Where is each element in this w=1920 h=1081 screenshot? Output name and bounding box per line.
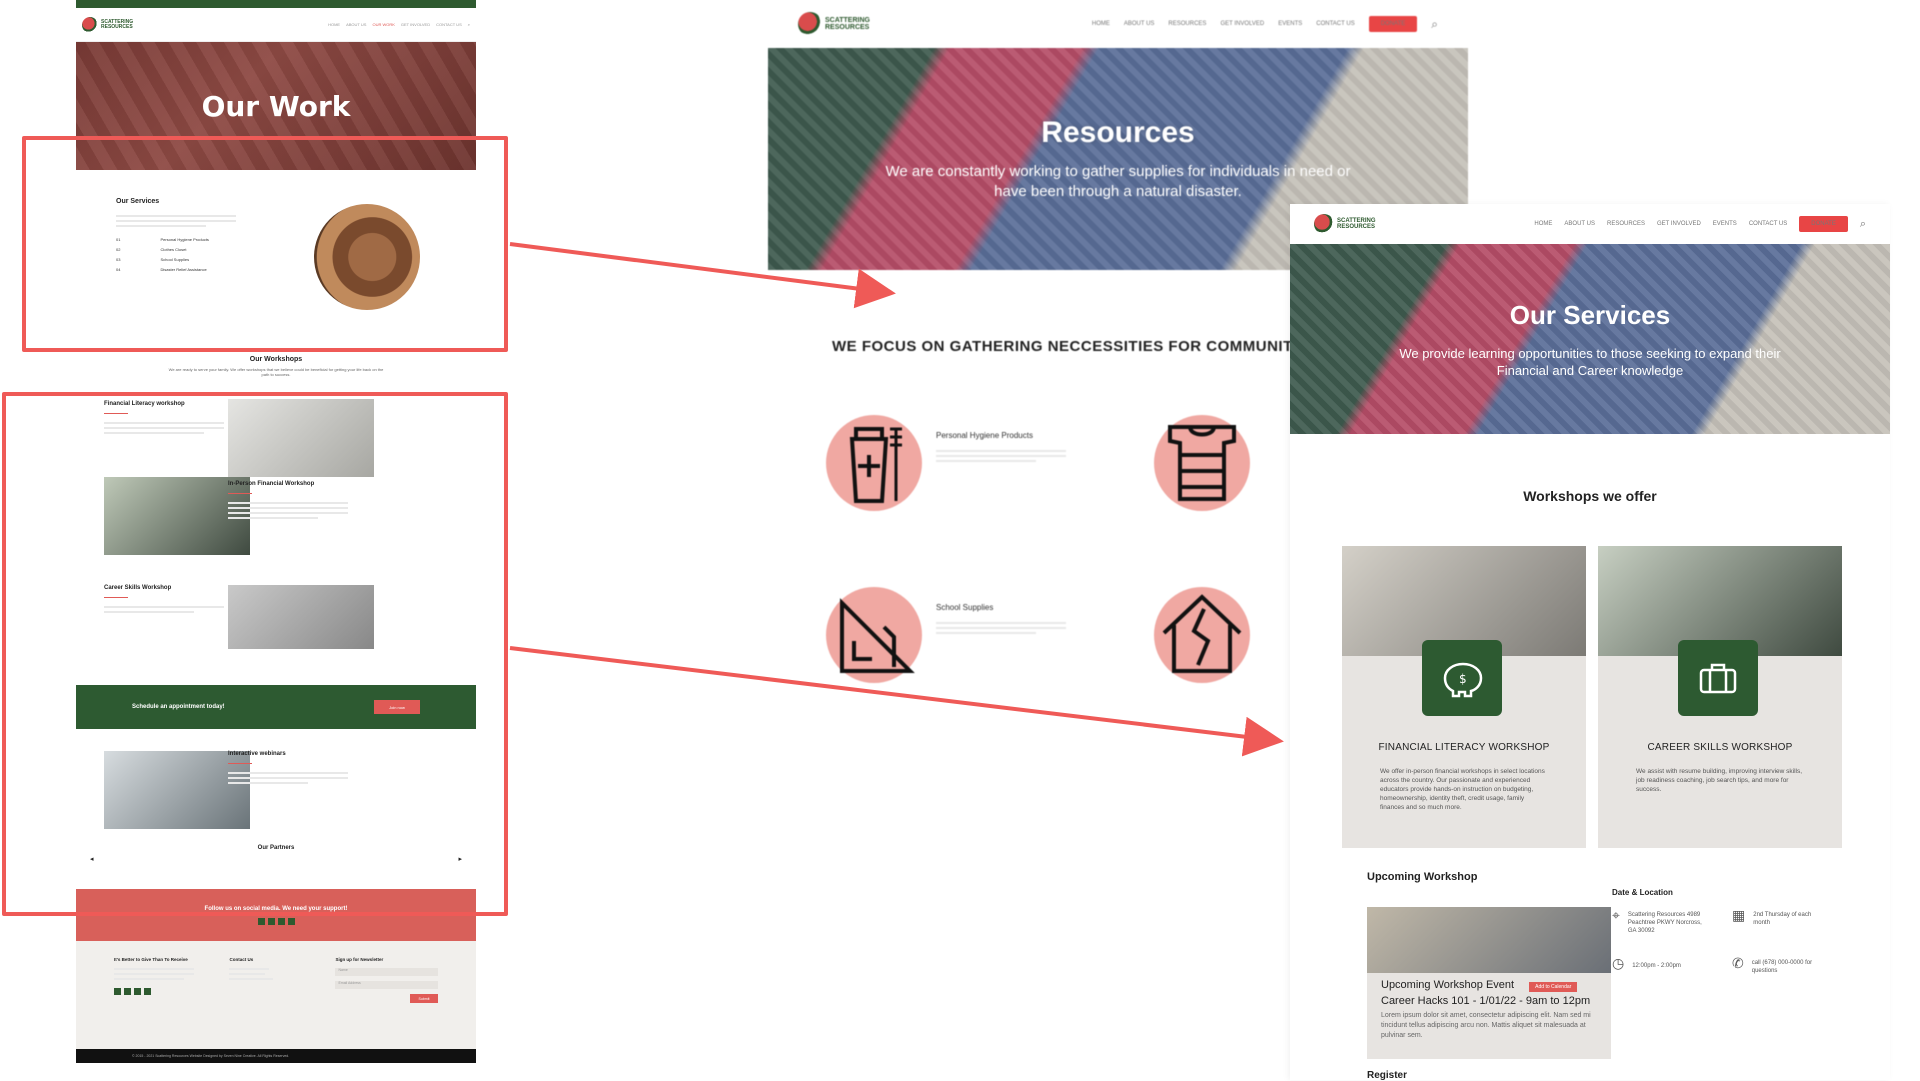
upcoming-title: Upcoming Workshop [1367,871,1478,883]
our-services-page: SCATTERING RESOURCES HOME ABOUT US RESOU… [1290,204,1890,1081]
hero-subtitle: We are constantly working to gather supp… [885,163,1351,200]
add-to-calendar-button[interactable]: Add to Calendar [1529,982,1578,992]
piggy-bank-icon: $ [1443,662,1483,698]
workshop-cards: $ FINANCIAL LITERACY WORKSHOP We offer i… [1342,546,1890,848]
resource-item [1154,415,1250,511]
mid-navbar: SCATTERING RESOURCES HOME ABOUT US RESOU… [768,0,1468,48]
event-card[interactable]: Upcoming Workshop Event Add to Calendar … [1367,907,1611,1059]
financial-literacy-card[interactable]: $ FINANCIAL LITERACY WORKSHOP We offer i… [1342,546,1586,848]
call-text[interactable]: call (678) 000-0000 for questions [1752,959,1822,975]
workshops-highlight-box [2,392,508,916]
when-text: 2nd Thursday of each month [1753,912,1812,926]
logo[interactable]: SCATTERING RESOURCES [82,16,141,33]
briefcase-icon [1699,663,1737,694]
date-location: Date & Location ⌖ Scattering Resources 4… [1612,888,1832,975]
workshops-offer-title: Workshops we offer [1523,488,1657,504]
event-label: Upcoming Workshop Event [1381,979,1515,991]
nav-contact[interactable]: CONTACT US [436,22,462,27]
right-navbar: SCATTERING RESOURCES HOME ABOUT US RESOU… [1290,204,1890,244]
nav-about[interactable]: ABOUT US [1124,21,1155,27]
disaster-relief-icon [1162,594,1242,673]
instagram-icon[interactable] [277,917,285,925]
location-pin-icon: ⌖ [1612,907,1620,923]
newsletter-email-input[interactable]: Email Address [335,981,438,989]
hygiene-products-icon [849,427,902,503]
linkedin-icon[interactable] [287,917,295,925]
search-icon[interactable]: ⌕ [1860,218,1866,231]
search-icon[interactable]: ⌕ [468,22,470,27]
nav-about[interactable]: ABOUT US [346,22,366,27]
top-info-bar [76,0,476,8]
resource-item [1154,587,1250,683]
nav-home[interactable]: HOME [328,22,340,27]
linkedin-icon[interactable] [144,988,151,995]
nav-home[interactable]: HOME [1092,21,1110,27]
event-desc: Lorem ipsum dolor sit amet, consectetur … [1381,1012,1591,1039]
globe-logo-icon [798,12,822,36]
event-name: Career Hacks 101 - 1/01/22 - 9am to 12pm [1381,995,1591,1007]
register-heading: Register [1367,1070,1408,1081]
card-title: FINANCIAL LITERACY WORKSHOP [1378,742,1550,753]
facebook-icon[interactable] [257,917,265,925]
card-desc: We offer in-person financial workshops i… [1380,768,1545,811]
donate-button[interactable]: DONATE [1368,16,1418,32]
nav-get-involved[interactable]: GET INVOLVED [1220,21,1264,27]
nav-contact[interactable]: CONTACT US [1749,221,1787,227]
nav-resources[interactable]: RESOURCES [1607,221,1645,227]
services-highlight-box [22,136,508,352]
nav-resources[interactable]: RESOURCES [1168,21,1206,27]
calendar-icon: ▦ [1732,907,1746,923]
workshops-intro: Our Workshops We are ready to serve your… [76,356,476,377]
resource-label: Personal Hygiene Products [936,431,1033,440]
facebook-icon[interactable] [114,988,121,995]
twitter-icon[interactable] [124,988,131,995]
nav-events[interactable]: EVENTS [1278,21,1302,27]
upcoming-workshop: Upcoming Workshop Upcoming Workshop Even… [1367,871,1611,1059]
donate-button[interactable]: DONATE [1799,216,1848,232]
card-title: CAREER SKILLS WORKSHOP [1647,742,1793,753]
hero-subtitle: We provide learning opportunities to tho… [1399,345,1781,378]
svg-text:$: $ [1459,672,1467,686]
time-text: 12:00pm - 2:00pm [1632,963,1681,969]
twitter-icon[interactable] [267,917,275,925]
resource-label: School Supplies [936,603,994,612]
workshops-title: Our Workshops [249,356,303,363]
address-text: Scattering Resources 4989 Peachtree PKWY… [1627,912,1702,934]
left-navbar: SCATTERING RESOURCES HOME ABOUT US OUR W… [76,8,476,42]
date-location-title: Date & Location [1612,888,1673,897]
clock-icon: ◷ [1612,955,1625,971]
resource-item: Personal Hygiene Products [826,415,1076,511]
left-nav-links: HOME ABOUT US OUR WORK GET INVOLVED CONT… [328,22,470,27]
search-icon[interactable]: ⌕ [1431,17,1438,32]
nav-get-involved[interactable]: GET INVOLVED [1657,221,1701,227]
nav-contact[interactable]: CONTACT US [1316,21,1354,27]
nav-events[interactable]: EVENTS [1713,221,1737,227]
copyright: © 2015 - 2021 Scattering Resources Websi… [76,1049,476,1063]
resource-item: School Supplies [826,587,1076,683]
nav-about[interactable]: ABOUT US [1564,221,1595,227]
services-hero: Our Services We provide learning opportu… [1290,244,1890,434]
hero-title: Resources [1041,116,1195,149]
instagram-icon[interactable] [134,988,141,995]
nav-our-work[interactable]: OUR WORK [372,22,394,27]
event-image [1367,907,1611,973]
school-supplies-icon [840,598,915,673]
nav-home[interactable]: HOME [1534,221,1552,227]
globe-logo-icon [1314,214,1334,234]
globe-logo-icon [82,16,98,33]
newsletter-submit-button[interactable]: Submit [410,994,438,1003]
hero-title: Our Services [1509,299,1671,330]
card-desc: We assist with resume building, improvin… [1636,768,1803,793]
nav-get-involved[interactable]: GET INVOLVED [401,22,430,27]
career-skills-card[interactable]: CAREER SKILLS WORKSHOP We assist with re… [1598,546,1842,848]
clothing-icon [1168,425,1236,501]
newsletter-name-input[interactable]: Name [335,968,438,976]
workshops-subtitle: We are ready to serve your family. We of… [168,367,384,377]
footer: It's Better to Give Than To Receive Cont… [76,941,476,1049]
phone-icon: ✆ [1732,955,1744,971]
page-title: Our Work [201,89,351,123]
logo[interactable]: SCATTERING RESOURCES [1314,214,1387,234]
logo[interactable]: SCATTERING RESOURCES [798,12,885,36]
